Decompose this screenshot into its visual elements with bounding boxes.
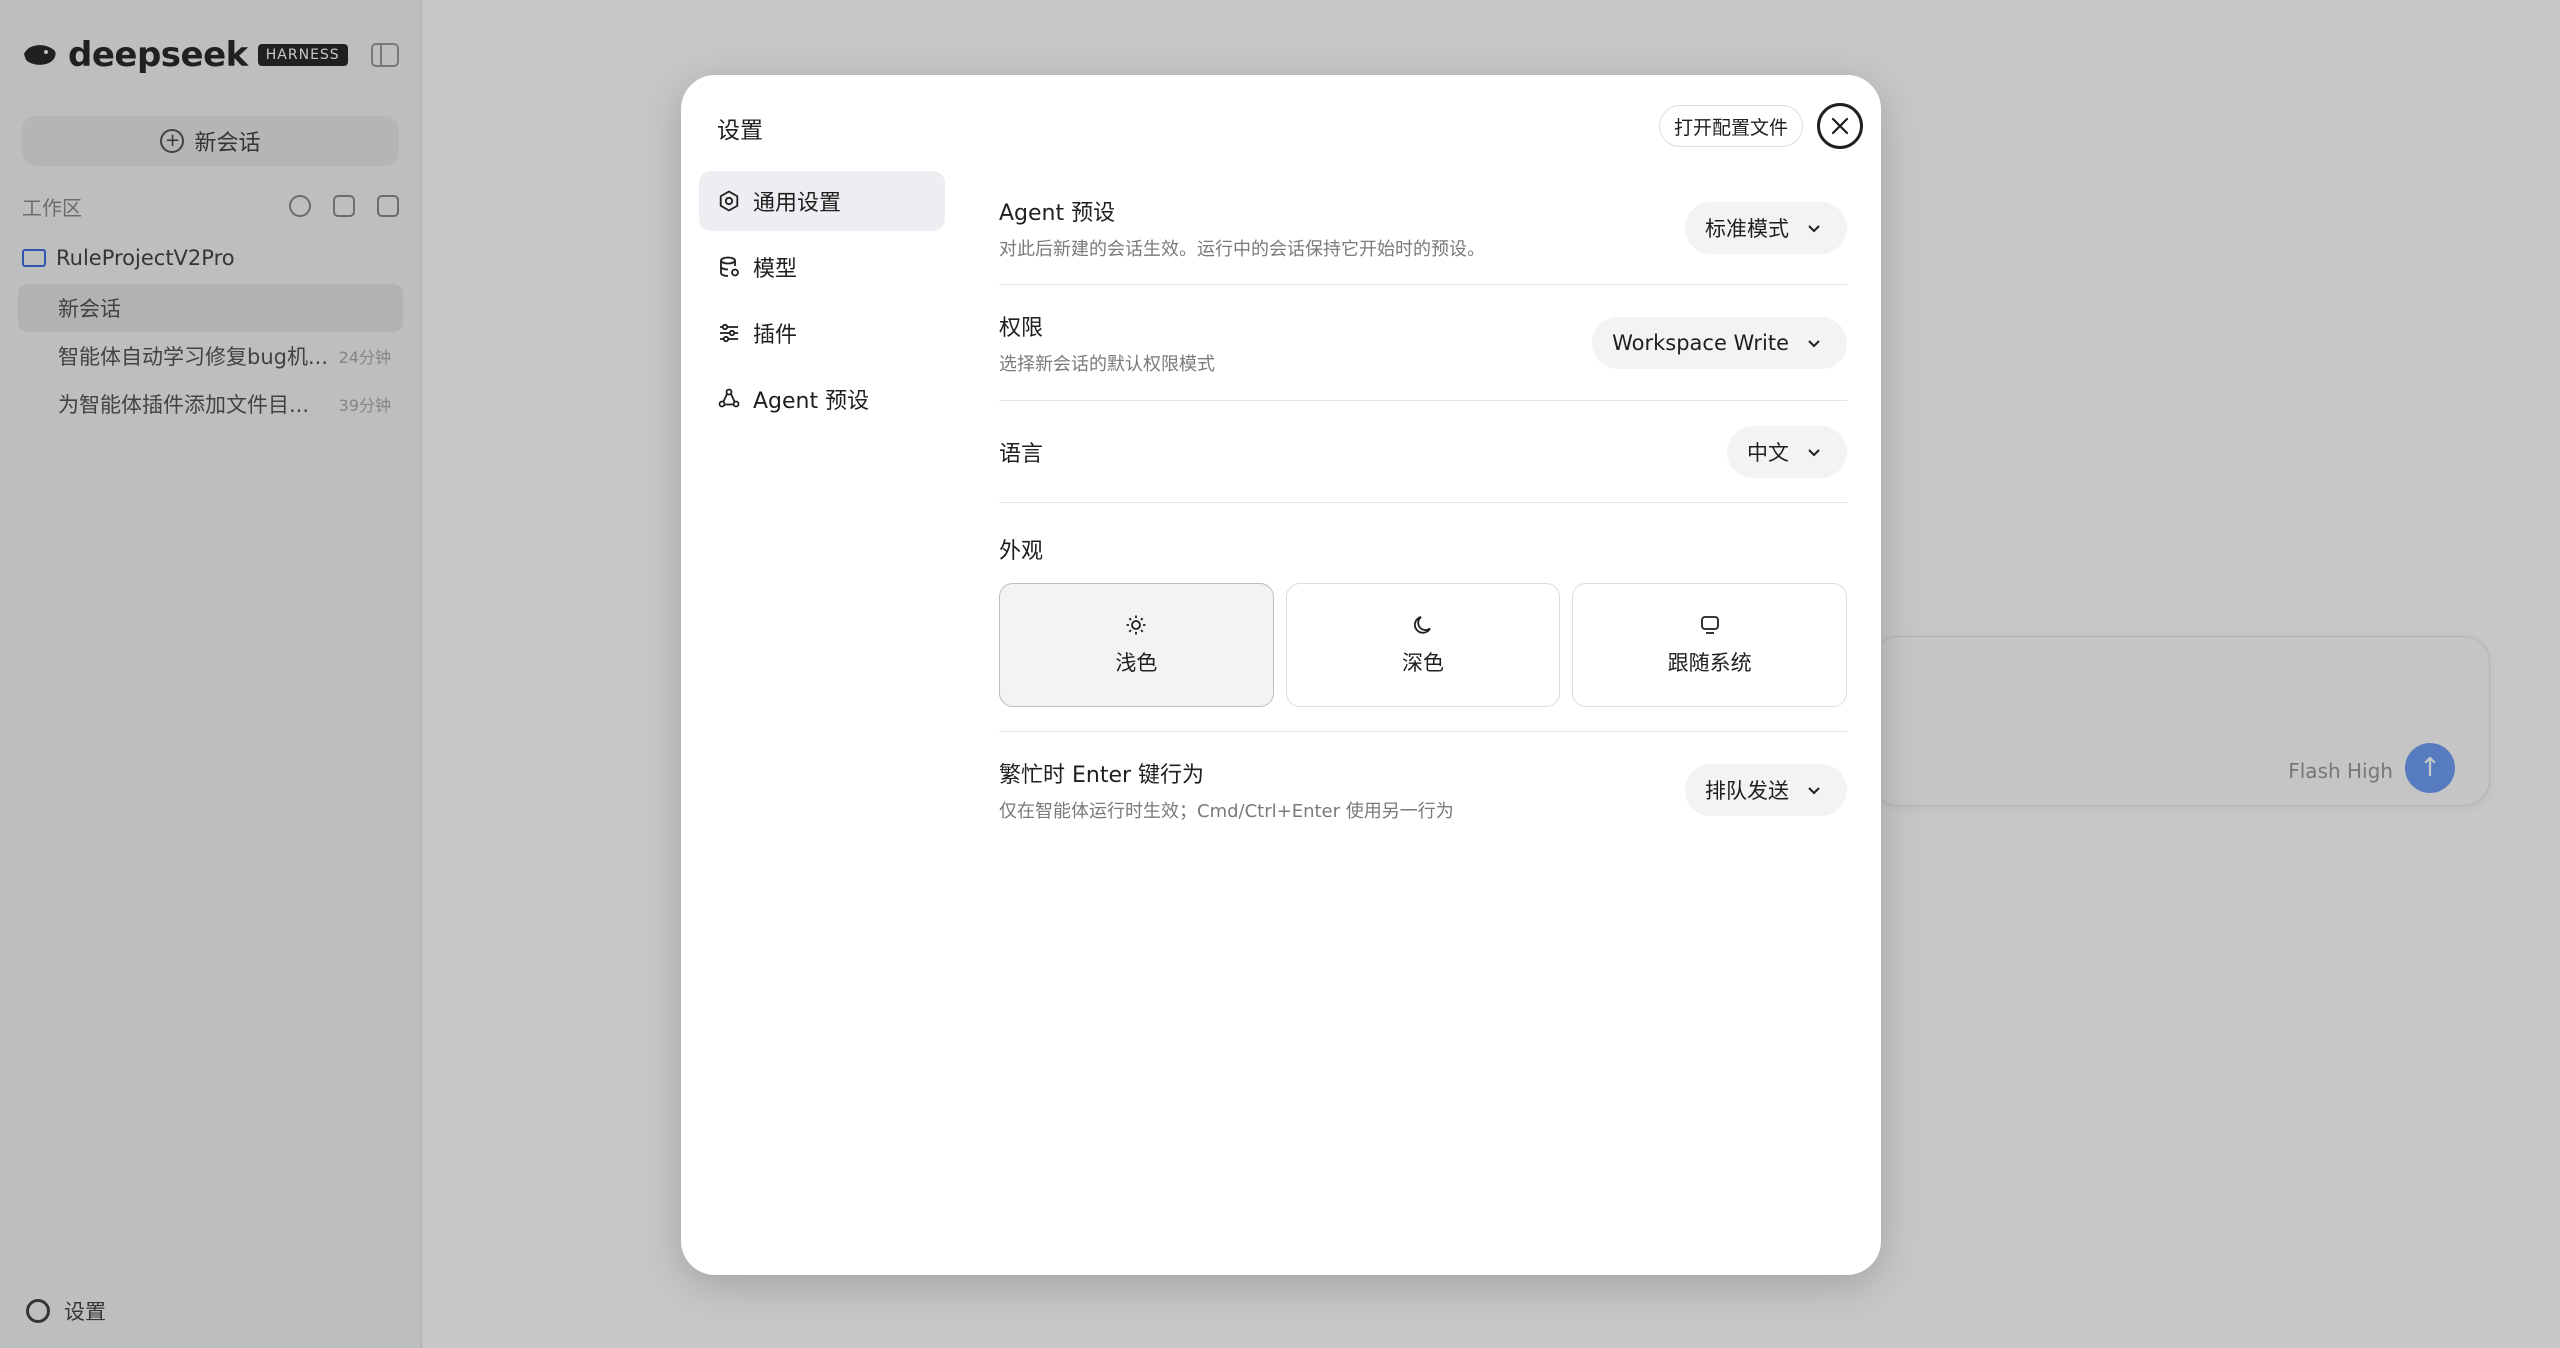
agent-preset-value: 标准模式 xyxy=(1705,216,1789,241)
permission-select[interactable]: Workspace Write xyxy=(1592,316,1847,369)
monitor-icon xyxy=(1700,616,1719,634)
sliders-icon xyxy=(720,323,738,343)
nav-item-general[interactable]: 通用设置 xyxy=(699,171,945,231)
gear-icon xyxy=(719,190,739,212)
nav-item-agent-preset[interactable]: Agent 预设 xyxy=(699,369,945,429)
sun-icon xyxy=(1126,615,1146,635)
theme-option-label: 浅色 xyxy=(1115,651,1158,675)
busy-enter-select[interactable]: 排队发送 xyxy=(1685,764,1847,816)
moon-icon xyxy=(1414,616,1431,634)
nav-item-label: 模型 xyxy=(753,257,798,282)
chevron-down-icon xyxy=(1808,787,1820,795)
permission-label: 权限 xyxy=(999,315,1044,341)
permission-desc: 选择新会话的默认权限模式 xyxy=(999,353,1215,375)
theme-options: 浅色 深色 跟随系统 xyxy=(999,583,1848,707)
recycle-icon xyxy=(718,388,740,408)
appearance-section: 外观 浅色 深色 跟随系统 xyxy=(999,503,1848,732)
nav-item-label: Agent 预设 xyxy=(753,389,870,414)
chevron-down-icon xyxy=(1808,224,1820,232)
settings-nav: 通用设置 模型 插件 Agent 预设 xyxy=(699,171,945,435)
agent-preset-desc: 对此后新建的会话生效。运行中的会话保持它开始时的预设。 xyxy=(999,238,1485,260)
agent-preset-label: Agent 预设 xyxy=(999,200,1116,226)
theme-option-label: 深色 xyxy=(1402,651,1444,675)
language-value: 中文 xyxy=(1747,440,1789,465)
dialog-title: 设置 xyxy=(717,118,763,144)
close-icon xyxy=(1831,117,1849,135)
appearance-label: 外观 xyxy=(999,539,1044,564)
settings-dialog: 设置 打开配置文件 通用设置 模型 插件 Agent 预设 Agent 预设 对… xyxy=(681,75,1881,1275)
theme-option-label: 跟随系统 xyxy=(1667,651,1752,675)
agent-preset-select[interactable]: 标准模式 xyxy=(1685,201,1847,254)
settings-content: Agent 预设 对此后新建的会话生效。运行中的会话保持它开始时的预设。 标准模… xyxy=(999,171,1848,848)
theme-option-dark[interactable]: 深色 xyxy=(1285,583,1561,707)
open-config-button[interactable]: 打开配置文件 xyxy=(1658,105,1803,147)
chevron-down-icon xyxy=(1808,448,1820,456)
chevron-down-icon xyxy=(1808,339,1820,347)
busy-enter-value: 排队发送 xyxy=(1705,779,1789,803)
agent-preset-row: Agent 预设 对此后新建的会话生效。运行中的会话保持它开始时的预设。 标准模… xyxy=(999,171,1847,285)
busy-enter-desc: 仅在智能体运行时生效；Cmd/Ctrl+Enter 使用另一行为 xyxy=(999,801,1454,822)
nav-item-model[interactable]: 模型 xyxy=(699,237,945,297)
nav-item-label: 插件 xyxy=(753,323,798,348)
busy-enter-row: 繁忙时 Enter 键行为 仅在智能体运行时生效；Cmd/Ctrl+Enter … xyxy=(999,732,1847,848)
nav-item-plugins[interactable]: 插件 xyxy=(699,303,945,363)
busy-enter-label: 繁忙时 Enter 键行为 xyxy=(999,763,1205,788)
close-button[interactable] xyxy=(1817,103,1863,149)
permission-row: 权限 选择新会话的默认权限模式 Workspace Write xyxy=(999,285,1847,401)
nav-item-label: 通用设置 xyxy=(753,191,842,216)
language-select[interactable]: 中文 xyxy=(1727,425,1847,478)
permission-value: Workspace Write xyxy=(1612,330,1789,355)
theme-option-system[interactable]: 跟随系统 xyxy=(1572,583,1848,707)
language-label: 语言 xyxy=(999,441,1044,467)
theme-option-light[interactable]: 浅色 xyxy=(999,583,1274,707)
database-icon xyxy=(720,256,739,277)
language-row: 语言 中文 xyxy=(999,401,1847,503)
